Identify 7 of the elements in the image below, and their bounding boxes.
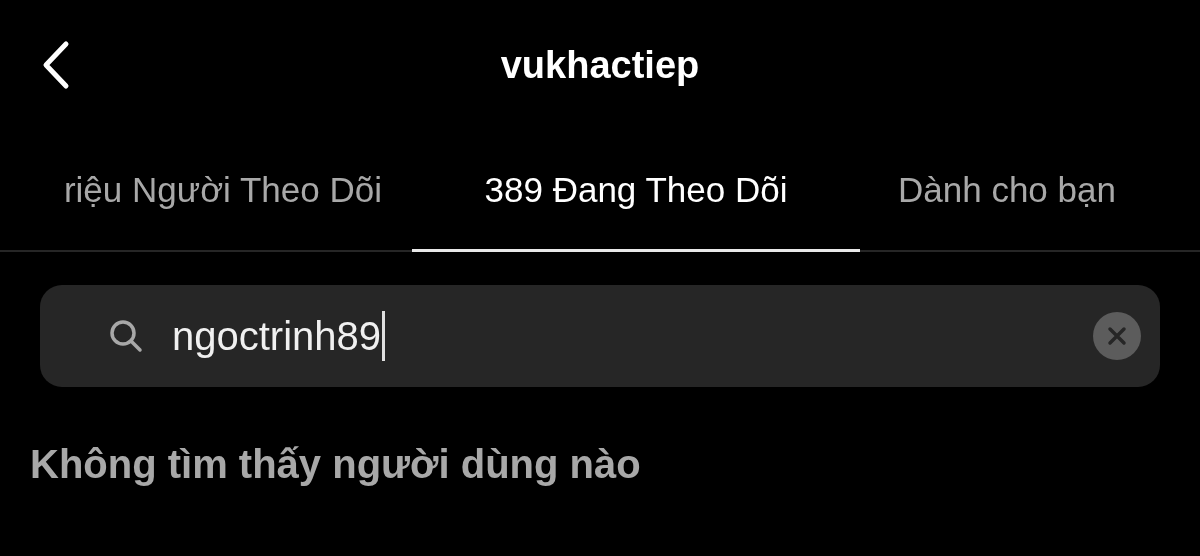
tab[interactable]: riệu Người Theo Dõi bbox=[0, 130, 412, 252]
tab[interactable]: Dành cho bạn bbox=[860, 130, 1200, 252]
search-field[interactable]: ngoctrinh89 bbox=[40, 285, 1160, 387]
text-cursor bbox=[382, 311, 386, 361]
no-results-message: Không tìm thấy người dùng nào bbox=[29, 441, 642, 487]
tab[interactable]: 389 Đang Theo Dõi bbox=[412, 130, 860, 252]
page-title: vukhactiep bbox=[500, 43, 700, 87]
